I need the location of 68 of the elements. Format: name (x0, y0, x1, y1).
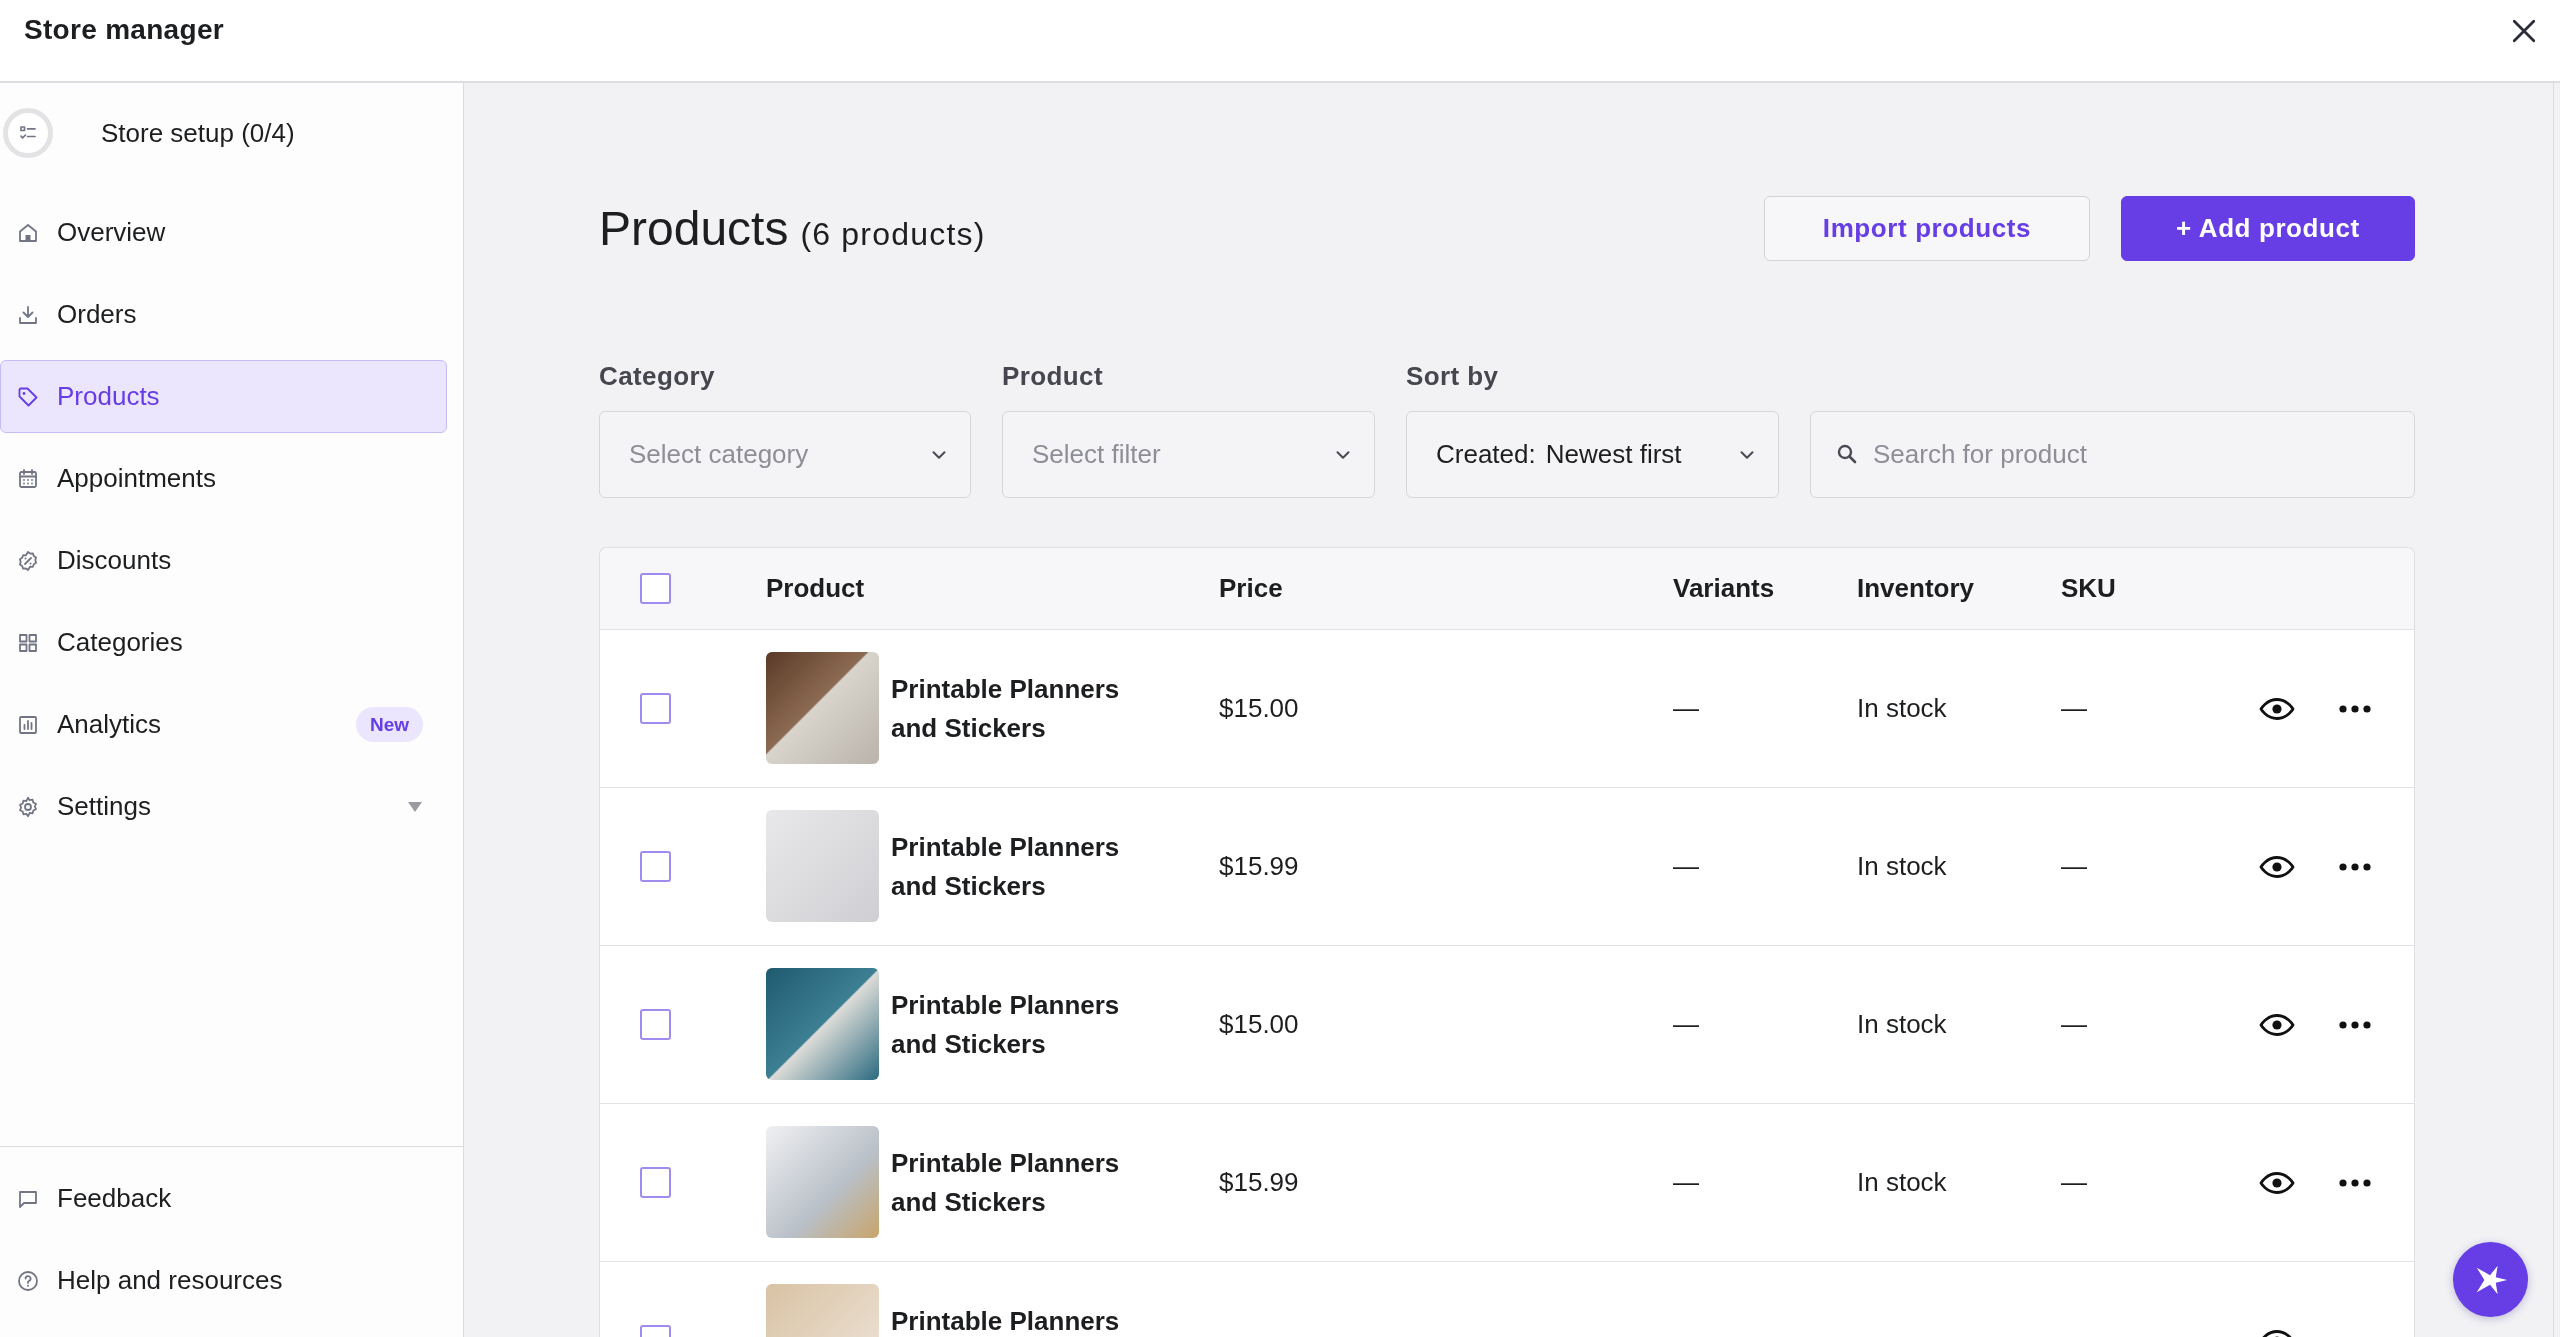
inventory-status: In stock (1857, 1167, 1947, 1198)
product-name: Printable Planners and Stickers (891, 1147, 1121, 1219)
footer-link[interactable]: Feedback (0, 1162, 447, 1235)
sku-text: — (2061, 1167, 2087, 1198)
product-name: Printable Planners and Stickers (891, 831, 1121, 903)
sku-text: — (2061, 693, 2087, 724)
column-header: Variants (1673, 573, 1775, 604)
store-setup-item[interactable]: Store setup (0/4) (0, 108, 295, 158)
row-checkbox[interactable] (640, 851, 671, 882)
percent-badge-icon (16, 548, 40, 573)
checklist-icon (3, 108, 53, 158)
variants-text: — (1673, 851, 1699, 882)
nav-item[interactable]: Analytics New (0, 688, 447, 761)
nav-item[interactable]: Appointments (0, 442, 447, 515)
nav-item[interactable]: Overview (0, 196, 447, 269)
row-checkbox[interactable] (640, 693, 671, 724)
help-icon (16, 1268, 40, 1293)
more-icon[interactable] (2339, 1020, 2371, 1029)
eye-icon[interactable] (2259, 1170, 2295, 1195)
row-checkbox[interactable] (640, 1167, 671, 1198)
more-icon[interactable] (2339, 704, 2371, 713)
filter-label: Category (599, 361, 715, 391)
price-text: $15.99 (1219, 851, 1299, 882)
filter-label: Sort by (1406, 361, 1499, 391)
inventory-status: In stock (1857, 1009, 1947, 1040)
nav-item[interactable]: Settings (0, 770, 447, 843)
window-title: Store manager (24, 14, 224, 46)
nav-badge: New (355, 707, 423, 742)
footer-link[interactable]: Help and resources (0, 1244, 447, 1317)
variants-text: — (1673, 1009, 1699, 1040)
add-product-button[interactable]: + Add product (2121, 196, 2415, 261)
eye-icon[interactable] (2259, 854, 2295, 879)
nav-item[interactable]: Categories (0, 606, 447, 679)
import-button[interactable]: Import products (1764, 196, 2090, 261)
dropdown[interactable]: Created: Newest first (1406, 411, 1779, 498)
nav-item[interactable]: Discounts (0, 524, 447, 597)
product-count: (6 products) (800, 215, 986, 253)
product-name: Printable Planners and Stickers (891, 989, 1121, 1061)
page-title: Products (599, 200, 789, 257)
price-text: $15.00 (1219, 1009, 1299, 1040)
variants-text: — (1673, 693, 1699, 724)
inventory-status: In stock (1857, 693, 1947, 724)
more-icon[interactable] (2339, 1178, 2371, 1187)
filter-label: Product (1002, 361, 1104, 391)
search-field[interactable]: Search for product (1810, 411, 2415, 498)
more-icon[interactable] (2339, 862, 2371, 871)
product-name: Printable Planners and Stickers (891, 673, 1121, 745)
eye-icon[interactable] (2259, 696, 2295, 721)
price-text: $15.00 (1219, 693, 1299, 724)
sku-text: — (2061, 851, 2087, 882)
column-header: Inventory (1857, 573, 1975, 604)
row-checkbox[interactable] (640, 1009, 671, 1040)
variants-text: — (1673, 1167, 1699, 1198)
price-text: $15.99 (1219, 1167, 1299, 1198)
nav-item[interactable]: Products (0, 360, 447, 433)
inventory-status: In stock (1857, 851, 1947, 882)
sku-text: — (2061, 1009, 2087, 1040)
column-header: SKU (2061, 573, 2116, 604)
settings-icon (16, 794, 40, 819)
search-icon (1835, 442, 1859, 466)
column-header: Price (1219, 573, 1283, 604)
column-header: Product (766, 573, 865, 604)
product-name: Printable Planners (891, 1305, 1121, 1337)
eye-icon[interactable] (2259, 1012, 2295, 1037)
select-all-checkbox[interactable] (640, 573, 671, 604)
close-icon[interactable] (2511, 18, 2537, 44)
nav-item[interactable]: Orders (0, 278, 447, 351)
calendar-icon (16, 466, 40, 491)
